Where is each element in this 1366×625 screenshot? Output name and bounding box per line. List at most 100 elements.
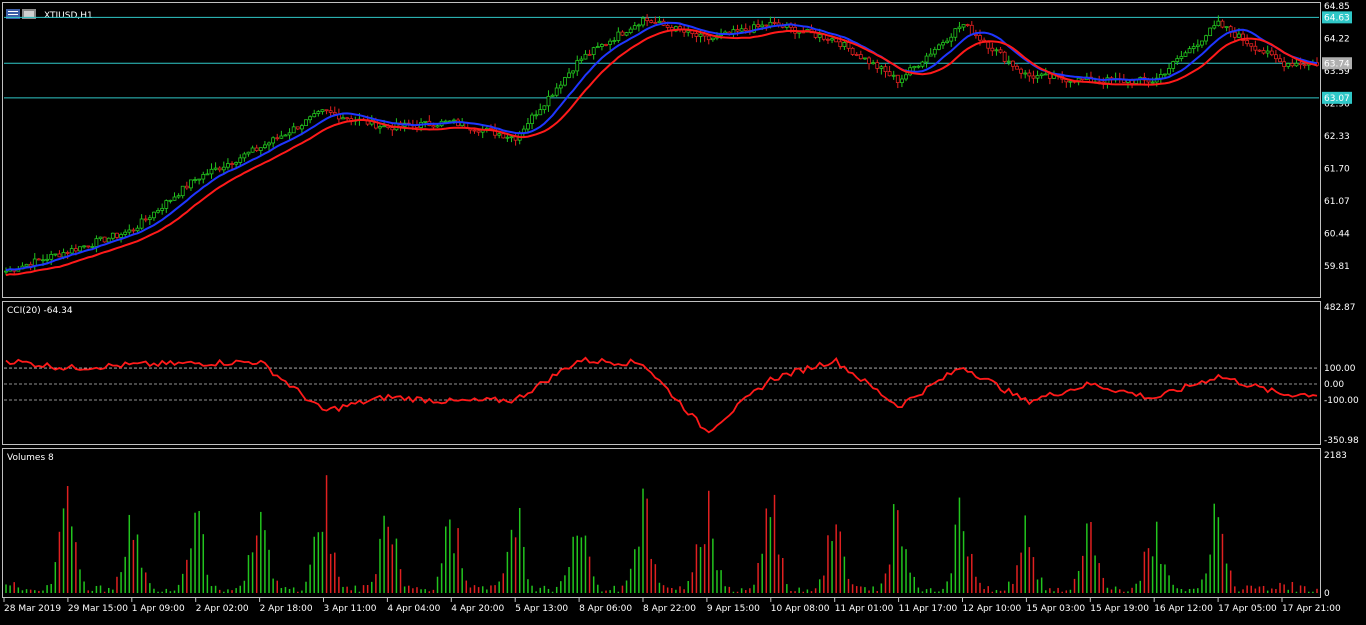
candle-body	[1286, 63, 1291, 67]
candle-body	[390, 127, 395, 131]
candle-body	[563, 77, 567, 86]
candle-body	[24, 263, 29, 267]
price-axis: 64.8564.2263.5962.9662.3361.7061.0760.44…	[1324, 2, 1350, 272]
candle-body	[123, 231, 128, 235]
candle-body	[295, 126, 300, 130]
candle-body	[217, 167, 222, 171]
candle-body	[443, 120, 448, 123]
candle-body	[665, 24, 670, 28]
candle-body	[756, 24, 760, 28]
candle-body	[180, 185, 185, 197]
candle-body	[452, 119, 456, 122]
candle-body	[554, 87, 559, 96]
candle-body	[1010, 60, 1015, 67]
candle-body	[98, 236, 103, 240]
candle-body	[624, 32, 629, 36]
candle-body	[82, 245, 86, 248]
candle-body	[193, 179, 197, 181]
candle-body	[912, 66, 917, 69]
candle-body	[953, 28, 958, 38]
candle-body	[139, 218, 144, 229]
candle-body	[279, 135, 284, 139]
price-axis-label: 62.33	[1324, 132, 1350, 142]
candle-body	[850, 47, 855, 55]
cci-axis-label: 100.00	[1324, 364, 1356, 374]
time-axis-label: 15 Apr 03:00	[1026, 604, 1085, 614]
candle-body	[969, 24, 974, 35]
candle-body	[328, 110, 333, 113]
time-axis-label: 15 Apr 19:00	[1090, 604, 1149, 614]
candle-body	[476, 130, 481, 133]
candle-body	[275, 137, 280, 140]
candle-body	[90, 246, 95, 248]
candle-body	[1249, 43, 1254, 47]
candle-body	[509, 136, 514, 139]
candle-body	[641, 17, 645, 26]
candle-body	[591, 47, 596, 55]
candle-body	[57, 253, 62, 258]
volume-axis: 2183 0	[1324, 451, 1347, 599]
candle-body	[710, 37, 715, 41]
candle-body	[1158, 74, 1163, 79]
candle-body	[1282, 61, 1287, 67]
candle-body	[558, 84, 563, 89]
candle-body	[1253, 45, 1258, 51]
candle-body	[768, 21, 773, 27]
candle-body	[858, 54, 863, 60]
candle-body	[4, 270, 8, 273]
candle-body	[378, 126, 382, 129]
candle-body	[973, 34, 978, 36]
candle-body	[324, 109, 329, 112]
moving-average-red-line	[5, 28, 1318, 277]
candle-body	[1035, 75, 1040, 79]
candle-body	[1191, 46, 1196, 49]
time-axis-label: 11 Apr 17:00	[899, 604, 958, 614]
candle-body	[201, 174, 206, 180]
candle-body	[287, 132, 292, 136]
candle-body	[1265, 50, 1270, 54]
candle-body	[472, 129, 477, 132]
candle-body	[320, 109, 325, 112]
candle-body	[49, 253, 54, 260]
candle-body	[1150, 81, 1155, 84]
candle-body	[78, 246, 82, 252]
candle-body	[152, 211, 156, 219]
candle-body	[435, 125, 440, 128]
candle-body	[632, 25, 637, 30]
candle-body	[341, 117, 345, 120]
cci-axis-label: 0.00	[1324, 380, 1344, 390]
candle-body	[156, 210, 160, 213]
candle-body	[583, 53, 588, 60]
chart-canvas[interactable]: XTIUSD,H1 64.8564.2263.5962.9662.3361.70…	[0, 0, 1366, 621]
candle-body	[86, 245, 91, 248]
cci-line	[5, 356, 1318, 434]
price-axis-label: 60.44	[1324, 230, 1350, 240]
candle-body	[595, 46, 600, 49]
candle-body	[1278, 58, 1282, 63]
candle-body	[271, 137, 276, 144]
cci-axis-label: 482.87	[1324, 303, 1356, 313]
candle-body	[978, 35, 982, 41]
candle-body	[542, 105, 547, 111]
price-hlines[interactable]	[4, 16, 1319, 99]
candle-body	[1019, 68, 1024, 74]
candle-body	[209, 168, 214, 175]
candle-body	[924, 55, 929, 63]
candle-body	[213, 167, 218, 170]
candle-body	[267, 142, 271, 146]
candle-body	[900, 78, 904, 84]
time-axis-label: 3 Apr 11:00	[324, 604, 377, 614]
price-axis-label: 64.22	[1324, 35, 1350, 45]
candle-body	[147, 217, 152, 220]
candle-body	[254, 147, 259, 151]
candle-body	[1039, 73, 1044, 77]
candle-body	[65, 252, 70, 254]
candle-body	[1183, 52, 1188, 57]
terminal-chart-window[interactable]: XTIUSD,H1 64.85 64.22 63.59 62.96 62.33 61.70…	[0, 0, 1366, 621]
time-axis-label: 9 Apr 15:00	[707, 604, 760, 614]
candle-body	[497, 133, 502, 136]
candle-body	[1027, 72, 1032, 77]
candle-body	[526, 123, 530, 130]
candle-body	[1002, 51, 1007, 62]
candle-body	[1298, 62, 1303, 66]
